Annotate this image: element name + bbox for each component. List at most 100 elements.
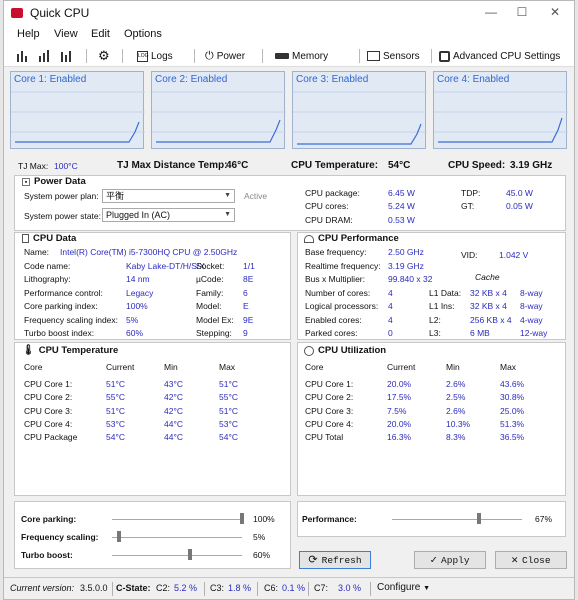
cpu-speed-label: CPU Speed: [448, 160, 506, 171]
memory-label: Memory [292, 50, 329, 62]
cpu-utilization-title: CPU Utilization [304, 345, 386, 356]
menu-help[interactable]: Help [17, 28, 40, 40]
power-state-select[interactable]: Plugged In (AC) ▼ [102, 208, 235, 222]
window-title: Quick CPU [30, 6, 90, 20]
frequency-scaling-label: Frequency scaling: [21, 532, 99, 542]
c7-label: C7: [314, 583, 329, 593]
core-parking-slider-thumb[interactable] [240, 513, 244, 524]
table-cell: 42°C [164, 392, 183, 402]
cpu-data-label: Model: [196, 301, 222, 311]
cpu-performance-value: 99.840 x 32 [388, 274, 433, 284]
cpu-data-value: 100% [126, 301, 148, 311]
frequency-scaling-slider[interactable] [112, 537, 242, 538]
frequency-scaling-value: 5% [253, 532, 266, 542]
toolbar-separator [194, 49, 195, 63]
expand-icon[interactable]: ▪ [22, 177, 30, 186]
c3-label: C3: [210, 583, 225, 593]
cpu-data-label: Socket: [196, 261, 225, 271]
cpu-data-label: Turbo boost index: [24, 328, 95, 338]
power-plan-label: System power plan: [24, 191, 99, 201]
main-window: Quick CPU — ☐ ✕ Help View Edit Options ⚙… [3, 0, 575, 600]
table-cell: 2.5% [446, 392, 466, 402]
menu-view[interactable]: View [54, 28, 78, 40]
table-cell: 51.3% [500, 419, 525, 429]
table-cell: 16.3% [387, 432, 412, 442]
table-cell: 44°C [164, 432, 183, 442]
settings-button[interactable]: ⚙ [98, 48, 110, 64]
bar-chart-icon [39, 50, 49, 62]
table-cell: 20.0% [387, 379, 412, 389]
table-cell: CPU Package [24, 432, 78, 442]
table-header: Core [24, 362, 43, 372]
cpu-data-value: 1/1 [243, 261, 255, 271]
tdp-value: 45.0 W [506, 188, 533, 198]
power-plan-value: 平衡 [106, 191, 125, 201]
cpu-data-value: Legacy [126, 288, 154, 298]
memory-button[interactable]: Memory [275, 48, 328, 64]
c6-value: 0.1 % [282, 583, 306, 593]
cpu-performance-value: 2.50 GHz [388, 247, 424, 257]
turbo-boost-slider[interactable] [112, 555, 242, 556]
performance-slider[interactable] [392, 519, 522, 520]
table-cell: 54°C [106, 432, 125, 442]
maximize-button[interactable]: ☐ [509, 3, 535, 21]
power-button[interactable]: ⏻ Power [205, 48, 245, 64]
menu-edit[interactable]: Edit [91, 28, 110, 40]
table-cell: 51°C [106, 379, 125, 389]
cpu-performance-label: Parked cores: [305, 328, 358, 338]
menu-bar: Help View Edit Options [4, 25, 574, 45]
cpu-name-value: Intel(R) Core(TM) i5-7300HQ CPU @ 2.50GH… [60, 247, 238, 257]
cpu-performance-value: 4 [388, 301, 393, 311]
cpu-data-label: Family: [196, 288, 224, 298]
advanced-cpu-settings-button[interactable]: Advanced CPU Settings [439, 48, 560, 64]
refresh-label: Refresh [321, 554, 362, 566]
cpu-data-title-text: CPU Data [33, 233, 77, 244]
bar-chart-1-button[interactable] [16, 48, 30, 64]
turbo-boost-slider-thumb[interactable] [188, 549, 192, 560]
power-data-panel [14, 175, 566, 231]
table-cell: 7.5% [387, 406, 407, 416]
cpu-data-value: Kaby Lake-DT/H/S/X [126, 261, 205, 271]
toolbar: ⚙ LOG Logs ⏻ Power Memory Sensors Advanc… [4, 45, 574, 67]
cpu-temperature-label: CPU Temperature: [291, 160, 379, 171]
c2-value: 5.2 % [174, 583, 198, 593]
table-cell: 25.0% [500, 406, 525, 416]
status-separator [370, 582, 371, 596]
refresh-button[interactable]: ⟳ Refresh [299, 551, 371, 569]
core-parking-slider[interactable] [112, 519, 242, 520]
frequency-scaling-slider-thumb[interactable] [116, 531, 121, 542]
vid-label: VID: [461, 250, 478, 260]
menu-options[interactable]: Options [124, 28, 162, 40]
configure-label: Configure [377, 582, 421, 593]
cache-header: Cache [475, 272, 500, 282]
table-cell: 55°C [219, 392, 238, 402]
apply-button[interactable]: ✓ Apply [414, 551, 486, 569]
table-cell: CPU Core 2: [24, 392, 73, 402]
power-plan-select[interactable]: 平衡 ▼ [102, 189, 235, 203]
sensors-button[interactable]: Sensors [367, 48, 420, 64]
table-cell: CPU Core 3: [305, 406, 354, 416]
logs-button[interactable]: LOG Logs [137, 48, 173, 64]
gt-label: GT: [461, 201, 475, 211]
performance-slider-thumb[interactable] [477, 513, 482, 524]
cache-size: 256 KB x 4 [470, 315, 512, 325]
c6-label: C6: [264, 583, 279, 593]
minimize-button[interactable]: — [478, 3, 504, 21]
bar-chart-2-button[interactable] [38, 48, 52, 64]
core-parking-value: 100% [253, 514, 275, 524]
status-separator [308, 582, 309, 596]
close-button[interactable]: ✕ Close [495, 551, 567, 569]
table-cell: 53°C [219, 419, 238, 429]
bar-chart-3-button[interactable] [60, 48, 74, 64]
cpu-performance-label: Logical processors: [305, 301, 379, 311]
checkmark-icon: ✓ [430, 555, 438, 567]
status-bar: Current version: 3.5.0.0 C-State: C2: 5.… [4, 577, 574, 599]
close-window-button[interactable]: ✕ [542, 3, 568, 21]
power-data-title-text: Power Data [34, 176, 86, 187]
logs-label: Logs [151, 50, 173, 62]
document-icon [22, 234, 29, 243]
configure-menu[interactable]: Configure ▼ [377, 582, 430, 593]
cpu-data-value: 5% [126, 315, 139, 325]
tjmax-label: TJ Max: [18, 161, 49, 171]
version-label: Current version: [10, 583, 75, 593]
